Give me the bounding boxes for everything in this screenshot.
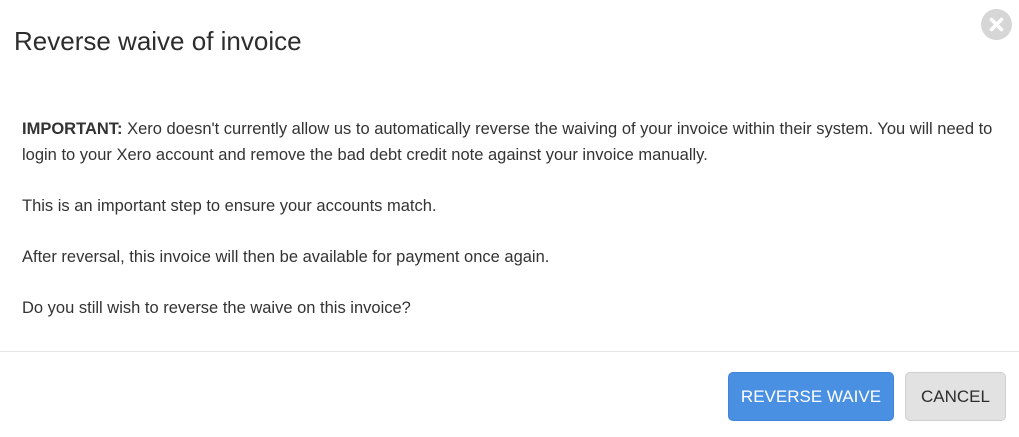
dialog-body: IMPORTANT: Xero doesn't currently allow … [22,116,997,346]
accounts-match-paragraph: This is an important step to ensure your… [22,197,437,215]
reverse-waive-dialog: Reverse waive of invoice IMPORTANT: Xero… [0,0,1019,437]
close-button[interactable] [981,9,1012,40]
dialog-title: Reverse waive of invoice [14,26,302,56]
availability-paragraph: After reversal, this invoice will then b… [22,248,550,266]
important-paragraph: IMPORTANT: Xero doesn't currently allow … [22,116,997,168]
important-label: IMPORTANT: [22,120,123,138]
reverse-waive-button[interactable]: REVERSE WAIVE [728,372,894,421]
cancel-button[interactable]: CANCEL [905,372,1006,421]
important-text: Xero doesn't currently allow us to autom… [22,120,993,164]
close-icon [989,17,1004,32]
footer-divider [0,351,1019,352]
confirm-question-paragraph: Do you still wish to reverse the waive o… [22,299,411,317]
